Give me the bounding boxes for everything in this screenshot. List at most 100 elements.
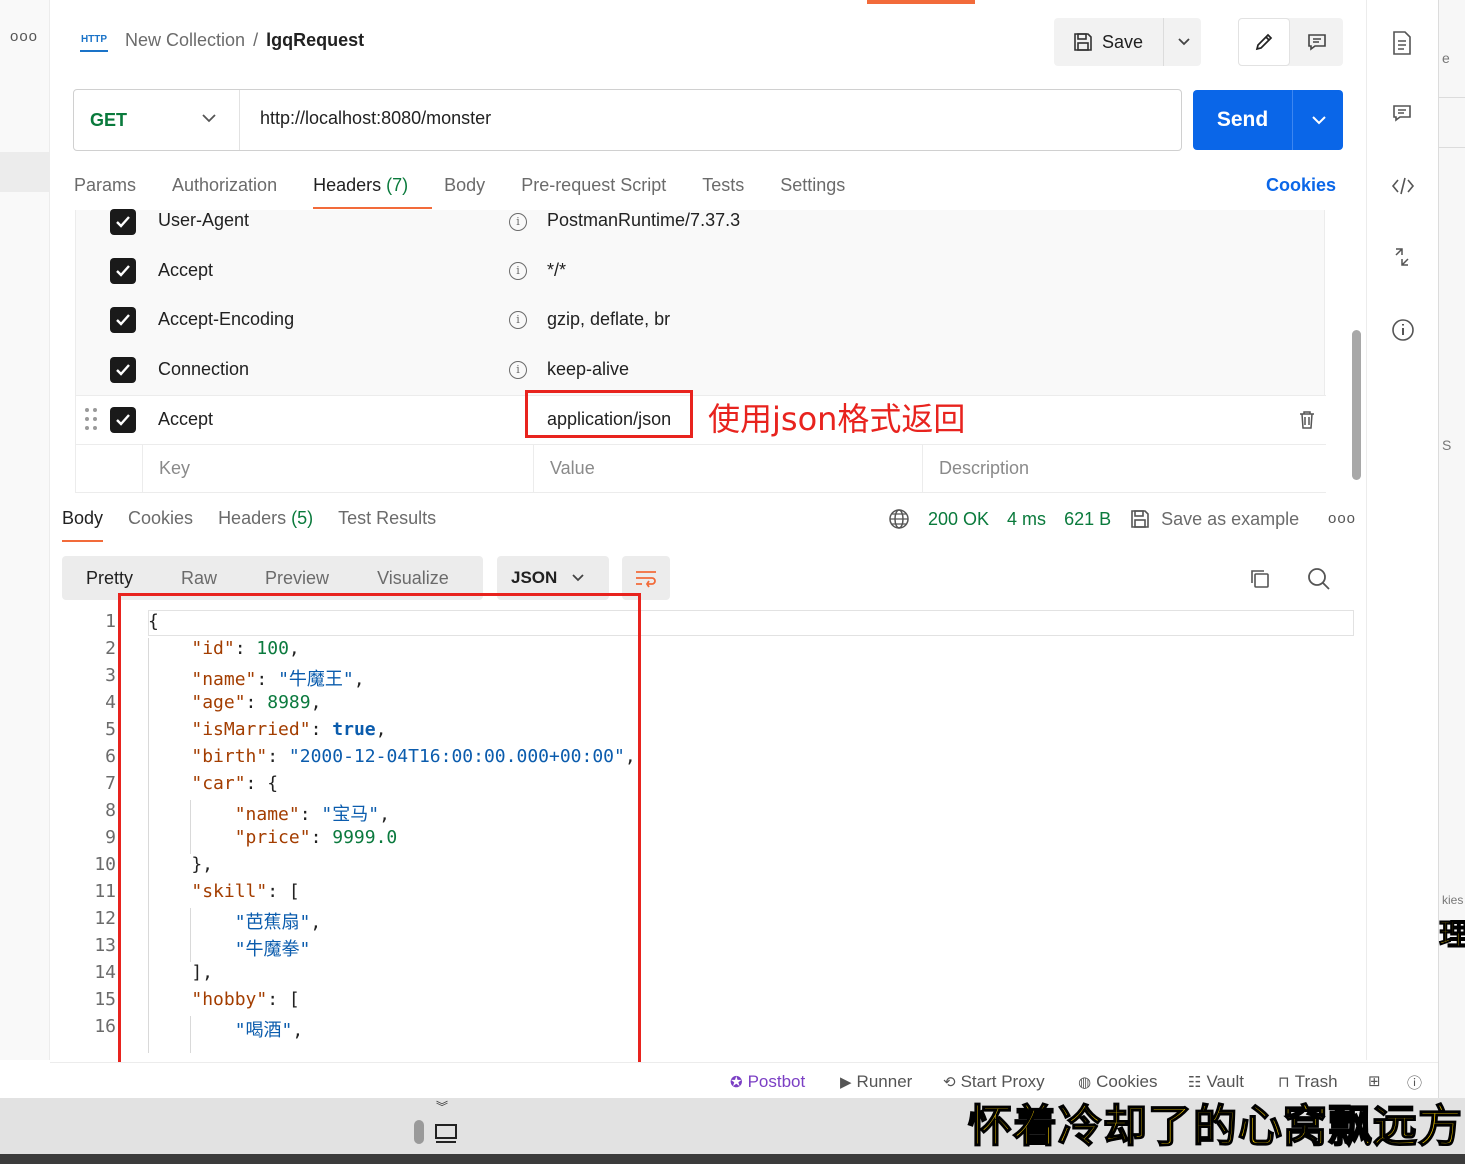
header-key: Accept-Encoding	[158, 309, 295, 329]
view-mode-group	[1238, 18, 1343, 66]
header-checkbox[interactable]	[110, 407, 136, 433]
comments-button[interactable]	[1290, 18, 1343, 66]
line-number: 14	[94, 962, 116, 983]
breadcrumb-collection[interactable]: New Collection	[125, 30, 245, 50]
header-checkbox[interactable]	[110, 357, 136, 383]
edge-text: S	[1442, 437, 1452, 453]
save-button[interactable]: Save	[1054, 18, 1164, 66]
header-row-custom: Accept application/json	[76, 395, 1326, 445]
line-number: 8	[105, 800, 116, 821]
response-size[interactable]: 621 B	[1064, 509, 1111, 530]
breadcrumb-request-name[interactable]: lgqRequest	[266, 30, 364, 50]
tab-response-headers-count: (5)	[291, 508, 314, 528]
line-number: 3	[105, 665, 116, 686]
view-raw[interactable]: Raw	[157, 560, 241, 596]
header-row: User-Agent i PostmanRuntime/7.37.3	[76, 197, 1326, 247]
chevron-down-icon	[572, 574, 584, 582]
new-header-row: Key Value Description	[76, 445, 1326, 493]
header-value: gzip, deflate, br	[547, 309, 671, 329]
view-pretty[interactable]: Pretty	[62, 560, 157, 596]
new-header-key[interactable]: Key	[142, 445, 534, 493]
start-proxy-button[interactable]: ⟲ Start Proxy	[943, 1072, 1045, 1092]
wrap-icon	[636, 571, 656, 588]
header-key: User-Agent	[158, 210, 250, 230]
drag-handle-icon[interactable]	[85, 408, 99, 432]
tab-response-body[interactable]: Body	[62, 508, 104, 542]
method-select[interactable]: GET	[74, 90, 240, 150]
bottom-scrollbar[interactable]	[414, 1120, 424, 1144]
edit-button[interactable]	[1238, 18, 1290, 66]
header-checkbox[interactable]	[110, 307, 136, 333]
check-icon	[116, 364, 130, 376]
new-header-description[interactable]: Description	[922, 445, 1326, 493]
tab-test-results[interactable]: Test Results	[338, 508, 436, 542]
url-input[interactable]: http://localhost:8080/monster	[260, 108, 491, 129]
info-icon[interactable]	[1391, 318, 1415, 342]
url-bar: GET http://localhost:8080/monster	[73, 89, 1182, 151]
sidebar-selected-item[interactable]	[0, 152, 50, 192]
monitor-icon[interactable]	[434, 1123, 458, 1145]
send-options-button[interactable]	[1294, 90, 1343, 150]
header-checkbox[interactable]	[110, 258, 136, 284]
search-icon[interactable]	[1307, 567, 1331, 591]
chevron-down-icon	[202, 114, 216, 123]
runner-button[interactable]: ▶ Runner	[840, 1072, 912, 1092]
tab-headers-label: Headers	[313, 175, 382, 195]
response-time[interactable]: 4 ms	[1007, 509, 1046, 530]
comment-icon[interactable]	[1391, 102, 1413, 124]
info-icon[interactable]: i	[509, 213, 527, 231]
header-key[interactable]: Accept	[158, 409, 213, 430]
postman-window: ooo HTTP New Collection / lgqRequest Save …	[0, 0, 1438, 1098]
chevron-down-icon[interactable]: ︾	[436, 1098, 448, 1115]
trash-button[interactable]: ⊓ Trash	[1278, 1072, 1338, 1092]
layout-button[interactable]: ⊞	[1368, 1072, 1381, 1090]
code-icon[interactable]	[1391, 176, 1415, 196]
copy-icon[interactable]	[1248, 567, 1272, 591]
more-icon[interactable]: ooo	[1328, 510, 1356, 527]
globe-icon[interactable]	[888, 508, 910, 530]
divider	[1439, 97, 1465, 98]
cookies-button[interactable]: ◍ Cookies	[1078, 1072, 1158, 1092]
comment-icon	[1307, 34, 1326, 51]
tab-response-cookies[interactable]: Cookies	[128, 508, 193, 542]
save-options-button[interactable]	[1166, 18, 1201, 66]
header-key: Connection	[158, 359, 250, 379]
runner-icon: ▶	[840, 1074, 852, 1091]
new-header-value[interactable]: Value	[533, 445, 923, 493]
info-icon[interactable]: i	[509, 311, 527, 329]
header-value: */*	[547, 260, 567, 280]
cookies-link[interactable]: Cookies	[1266, 175, 1336, 196]
header-checkbox[interactable]	[110, 209, 136, 235]
send-button[interactable]: Send	[1193, 90, 1293, 150]
info-icon[interactable]: i	[509, 361, 527, 379]
vault-button[interactable]: ☷ Vault	[1188, 1072, 1244, 1092]
status-code[interactable]: 200 OK	[928, 509, 989, 530]
save-icon	[1074, 33, 1092, 51]
postbot-button[interactable]: ✪ Postbot	[730, 1072, 805, 1092]
pencil-icon	[1255, 33, 1273, 51]
tab-response-headers[interactable]: Headers (5)	[218, 508, 313, 542]
documentation-icon[interactable]	[1391, 30, 1413, 56]
save-as-example-button[interactable]: Save as example	[1129, 508, 1299, 530]
more-icon[interactable]: ooo	[10, 28, 38, 45]
header-row: Accept-Encoding i gzip, deflate, br	[76, 296, 1326, 346]
view-visualize[interactable]: Visualize	[353, 560, 473, 596]
layout-icon: ⊞	[1368, 1073, 1381, 1090]
response-tabs: Body Cookies Headers (5) Test Results	[62, 508, 461, 542]
trash-icon: ⊓	[1278, 1074, 1290, 1091]
vault-label: Vault	[1206, 1072, 1244, 1091]
taskbar-edge	[0, 1154, 1465, 1164]
tab-headers-count: (7)	[386, 175, 409, 195]
save-as-example-label: Save as example	[1161, 508, 1300, 529]
check-icon	[116, 216, 130, 228]
headers-scrollbar[interactable]	[1352, 330, 1361, 480]
info-icon[interactable]: i	[509, 262, 527, 280]
send-button-group: Send	[1193, 90, 1343, 150]
highlight-box-response	[118, 593, 641, 1084]
runner-label: Runner	[856, 1072, 913, 1091]
active-tab-indicator	[867, 0, 975, 4]
trash-icon[interactable]	[1298, 410, 1316, 430]
related-icon[interactable]	[1391, 246, 1413, 268]
view-preview[interactable]: Preview	[241, 560, 353, 596]
postbot-icon: ✪	[730, 1074, 743, 1091]
